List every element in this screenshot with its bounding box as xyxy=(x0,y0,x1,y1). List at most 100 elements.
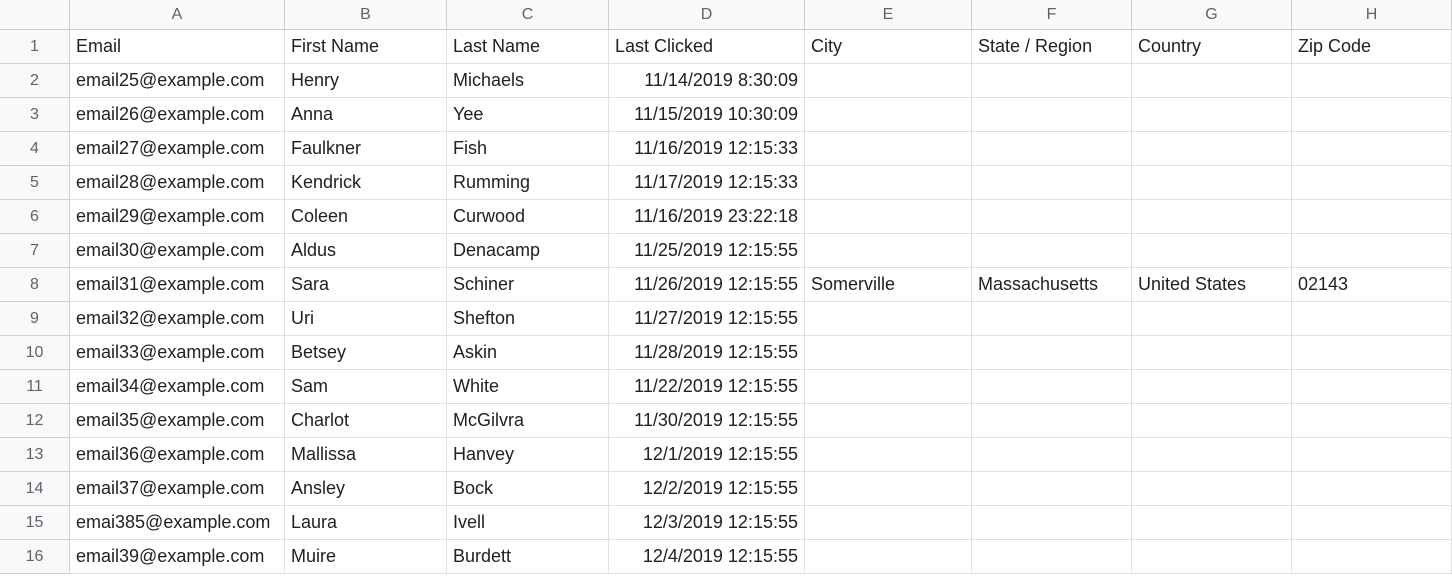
cell-H6[interactable] xyxy=(1292,200,1452,234)
cell-B14[interactable]: Ansley xyxy=(285,472,447,506)
cell-B9[interactable]: Uri xyxy=(285,302,447,336)
cell-A5[interactable]: email28@example.com xyxy=(70,166,285,200)
cell-F9[interactable] xyxy=(972,302,1132,336)
cell-C7[interactable]: Denacamp xyxy=(447,234,609,268)
cell-E16[interactable] xyxy=(805,540,972,574)
cell-G3[interactable] xyxy=(1132,98,1292,132)
cell-D8[interactable]: 11/26/2019 12:15:55 xyxy=(609,268,805,302)
cell-E1[interactable]: City xyxy=(805,30,972,64)
cell-C16[interactable]: Burdett xyxy=(447,540,609,574)
cell-A9[interactable]: email32@example.com xyxy=(70,302,285,336)
cell-E2[interactable] xyxy=(805,64,972,98)
cell-B7[interactable]: Aldus xyxy=(285,234,447,268)
cell-D12[interactable]: 11/30/2019 12:15:55 xyxy=(609,404,805,438)
row-header-4[interactable]: 4 xyxy=(0,132,70,166)
cell-G10[interactable] xyxy=(1132,336,1292,370)
cell-A7[interactable]: email30@example.com xyxy=(70,234,285,268)
row-header-14[interactable]: 14 xyxy=(0,472,70,506)
row-header-11[interactable]: 11 xyxy=(0,370,70,404)
cell-F6[interactable] xyxy=(972,200,1132,234)
cell-G1[interactable]: Country xyxy=(1132,30,1292,64)
cell-C2[interactable]: Michaels xyxy=(447,64,609,98)
col-header-E[interactable]: E xyxy=(805,0,972,30)
cell-D1[interactable]: Last Clicked xyxy=(609,30,805,64)
cell-B6[interactable]: Coleen xyxy=(285,200,447,234)
cell-A8[interactable]: email31@example.com xyxy=(70,268,285,302)
row-header-5[interactable]: 5 xyxy=(0,166,70,200)
cell-H11[interactable] xyxy=(1292,370,1452,404)
cell-G15[interactable] xyxy=(1132,506,1292,540)
cell-C5[interactable]: Rumming xyxy=(447,166,609,200)
col-header-B[interactable]: B xyxy=(285,0,447,30)
cell-F10[interactable] xyxy=(972,336,1132,370)
cell-H12[interactable] xyxy=(1292,404,1452,438)
cell-D15[interactable]: 12/3/2019 12:15:55 xyxy=(609,506,805,540)
cell-H4[interactable] xyxy=(1292,132,1452,166)
row-header-3[interactable]: 3 xyxy=(0,98,70,132)
cell-A14[interactable]: email37@example.com xyxy=(70,472,285,506)
cell-A13[interactable]: email36@example.com xyxy=(70,438,285,472)
cell-A16[interactable]: email39@example.com xyxy=(70,540,285,574)
row-header-9[interactable]: 9 xyxy=(0,302,70,336)
cell-H15[interactable] xyxy=(1292,506,1452,540)
cell-F15[interactable] xyxy=(972,506,1132,540)
cell-E9[interactable] xyxy=(805,302,972,336)
cell-H10[interactable] xyxy=(1292,336,1452,370)
cell-E10[interactable] xyxy=(805,336,972,370)
cell-H14[interactable] xyxy=(1292,472,1452,506)
row-header-12[interactable]: 12 xyxy=(0,404,70,438)
cell-A12[interactable]: email35@example.com xyxy=(70,404,285,438)
cell-E13[interactable] xyxy=(805,438,972,472)
cell-B16[interactable]: Muire xyxy=(285,540,447,574)
cell-D7[interactable]: 11/25/2019 12:15:55 xyxy=(609,234,805,268)
cell-D2[interactable]: 11/14/2019 8:30:09 xyxy=(609,64,805,98)
cell-D13[interactable]: 12/1/2019 12:15:55 xyxy=(609,438,805,472)
cell-B8[interactable]: Sara xyxy=(285,268,447,302)
col-header-D[interactable]: D xyxy=(609,0,805,30)
cell-H16[interactable] xyxy=(1292,540,1452,574)
cell-B5[interactable]: Kendrick xyxy=(285,166,447,200)
cell-B11[interactable]: Sam xyxy=(285,370,447,404)
cell-D3[interactable]: 11/15/2019 10:30:09 xyxy=(609,98,805,132)
cell-G6[interactable] xyxy=(1132,200,1292,234)
cell-D9[interactable]: 11/27/2019 12:15:55 xyxy=(609,302,805,336)
col-header-H[interactable]: H xyxy=(1292,0,1452,30)
cell-F7[interactable] xyxy=(972,234,1132,268)
cell-D5[interactable]: 11/17/2019 12:15:33 xyxy=(609,166,805,200)
cell-A2[interactable]: email25@example.com xyxy=(70,64,285,98)
cell-E5[interactable] xyxy=(805,166,972,200)
cell-C14[interactable]: Bock xyxy=(447,472,609,506)
cell-B15[interactable]: Laura xyxy=(285,506,447,540)
cell-F5[interactable] xyxy=(972,166,1132,200)
cell-E12[interactable] xyxy=(805,404,972,438)
cell-D6[interactable]: 11/16/2019 23:22:18 xyxy=(609,200,805,234)
cell-D14[interactable]: 12/2/2019 12:15:55 xyxy=(609,472,805,506)
cell-G12[interactable] xyxy=(1132,404,1292,438)
row-header-16[interactable]: 16 xyxy=(0,540,70,574)
row-header-2[interactable]: 2 xyxy=(0,64,70,98)
cell-E15[interactable] xyxy=(805,506,972,540)
cell-G7[interactable] xyxy=(1132,234,1292,268)
cell-C12[interactable]: McGilvra xyxy=(447,404,609,438)
cell-A3[interactable]: email26@example.com xyxy=(70,98,285,132)
cell-B10[interactable]: Betsey xyxy=(285,336,447,370)
cell-E8[interactable]: Somerville xyxy=(805,268,972,302)
cell-A10[interactable]: email33@example.com xyxy=(70,336,285,370)
cell-A11[interactable]: email34@example.com xyxy=(70,370,285,404)
cell-A6[interactable]: email29@example.com xyxy=(70,200,285,234)
cell-C4[interactable]: Fish xyxy=(447,132,609,166)
cell-E7[interactable] xyxy=(805,234,972,268)
cell-A1[interactable]: Email xyxy=(70,30,285,64)
cell-E11[interactable] xyxy=(805,370,972,404)
cell-A15[interactable]: emai385@example.com xyxy=(70,506,285,540)
cell-C10[interactable]: Askin xyxy=(447,336,609,370)
cell-G2[interactable] xyxy=(1132,64,1292,98)
row-header-1[interactable]: 1 xyxy=(0,30,70,64)
cell-G5[interactable] xyxy=(1132,166,1292,200)
cell-G8[interactable]: United States xyxy=(1132,268,1292,302)
col-header-C[interactable]: C xyxy=(447,0,609,30)
cell-B4[interactable]: Faulkner xyxy=(285,132,447,166)
cell-E3[interactable] xyxy=(805,98,972,132)
cell-H5[interactable] xyxy=(1292,166,1452,200)
cell-E6[interactable] xyxy=(805,200,972,234)
